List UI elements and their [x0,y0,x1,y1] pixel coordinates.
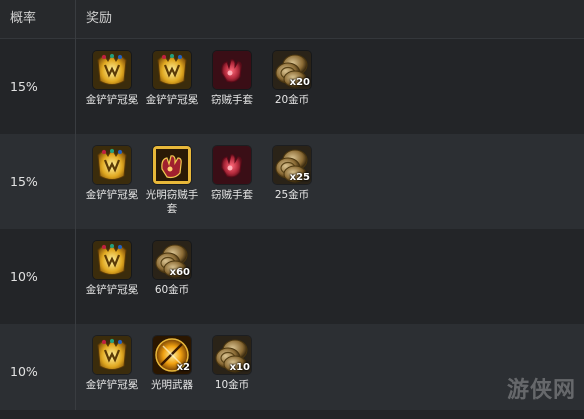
reward-label: 60金币 [154,284,190,296]
thiefs-gloves-icon [213,51,251,89]
header-reward: 奖励 [86,11,113,26]
reward-item: x60 60金币 [144,241,200,297]
golden-crown-icon [93,241,131,279]
reward-label: 金铲铲冠冕 [85,284,139,296]
reward-label: 窃贼手套 [211,94,253,106]
reward-item: x2 光明武器 [144,336,200,392]
reward-item: 光明窃贼手套 [144,146,200,216]
golden-crown-icon [93,336,131,374]
reward-label: 金铲铲冠冕 [145,94,199,106]
radiant-weapon-icon: x2 [153,336,191,374]
reward-item: 窃贼手套 [204,51,260,107]
reward-label: 光明窃贼手套 [145,189,199,215]
gold-coins-icon: x20 [273,51,311,89]
golden-crown-icon [93,51,131,89]
probability-cell: 10% [10,269,38,284]
watermark: 游侠网 [506,378,576,403]
reward-label: 25金币 [274,189,310,201]
table-row: 15% 金铲铲冠冕 光明窃贼手套 窃贼手套 x25 25金币 [0,134,584,230]
quantity-badge: x25 [289,172,310,183]
header-probability: 概率 [10,11,37,26]
reward-item: x20 20金币 [264,51,320,107]
reward-item: 窃贼手套 [204,146,260,202]
reward-label: 10金币 [214,379,250,391]
reward-item: 金铲铲冠冕 [84,241,140,297]
golden-crown-icon [153,51,191,89]
reward-label: 金铲铲冠冕 [85,94,139,106]
reward-label: 金铲铲冠冕 [85,379,139,391]
reward-label: 光明武器 [151,379,193,391]
reward-item: x10 10金币 [204,336,260,392]
reward-item: 金铲铲冠冕 [144,51,200,107]
reward-label: 20金币 [274,94,310,106]
reward-label: 窃贼手套 [211,189,253,201]
reward-item: x25 25金币 [264,146,320,202]
table-header: 概率 奖励 [0,0,584,39]
column-divider [75,0,76,410]
quantity-badge: x20 [289,77,310,88]
radiant-thiefs-gloves-icon [153,146,191,184]
reward-item: 金铲铲冠冕 [84,336,140,392]
table-row: 10% 金铲铲冠冕 x2 光明武器 x10 10金币 [0,324,584,410]
gold-coins-icon: x60 [153,241,191,279]
reward-label: 金铲铲冠冕 [85,189,139,201]
quantity-badge: x10 [229,362,250,373]
reward-item: 金铲铲冠冕 [84,51,140,107]
table-row: 10% 金铲铲冠冕 x60 60金币 [0,229,584,325]
probability-cell: 15% [10,174,38,189]
gold-coins-icon: x25 [273,146,311,184]
gold-coins-icon: x10 [213,336,251,374]
golden-crown-icon [93,146,131,184]
probability-cell: 10% [10,364,38,379]
probability-cell: 15% [10,79,38,94]
quantity-badge: x60 [169,267,190,278]
quantity-badge: x2 [176,362,190,373]
thiefs-gloves-icon [213,146,251,184]
reward-item: 金铲铲冠冕 [84,146,140,202]
table-row: 15% 金铲铲冠冕 金铲铲冠冕 窃贼手套 x20 20金币 [0,39,584,135]
